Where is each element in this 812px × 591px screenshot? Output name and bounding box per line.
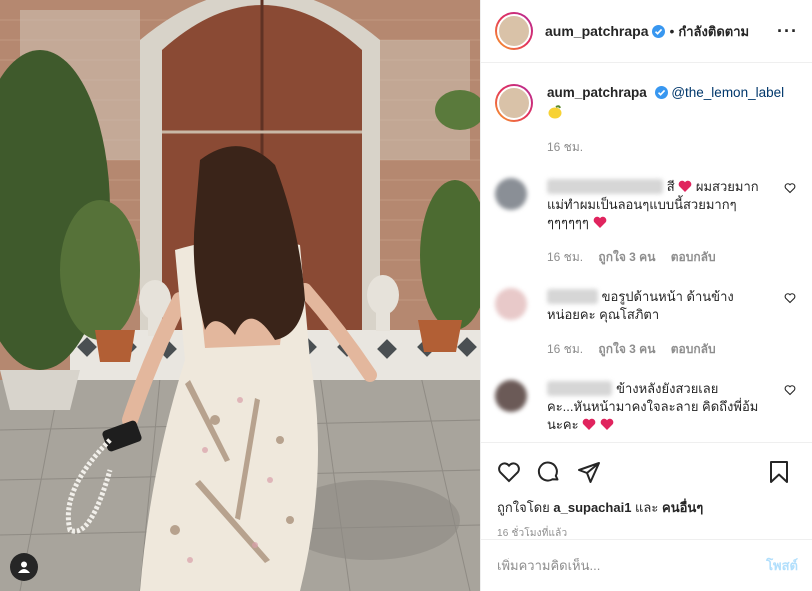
- reply-button[interactable]: ตอบกลับ: [671, 250, 716, 264]
- commenter-avatar[interactable]: [495, 288, 527, 320]
- comment-likes-count[interactable]: ถูกใจ 3 คน: [598, 342, 655, 356]
- tagged-users-button[interactable]: [10, 553, 38, 581]
- comment-icon[interactable]: [537, 460, 561, 484]
- post-details-panel: aum_patchrapa • กำลังติดตาม ··· aum_patc…: [480, 0, 812, 591]
- verified-badge-icon: [654, 86, 668, 99]
- user-icon: [18, 561, 30, 573]
- comments-list[interactable]: aum_patchrapa @the_lemon_label 16 ชม. xx…: [481, 64, 812, 442]
- save-bookmark-icon[interactable]: [768, 460, 790, 484]
- comment-like-heart-icon[interactable]: [784, 384, 796, 396]
- avatar[interactable]: [495, 12, 533, 50]
- red-heart-emoji-icon: [600, 418, 614, 430]
- avatar[interactable]: [495, 84, 533, 122]
- commenter-username-blurred[interactable]: xxxxxxxxxxxxxxxx: [547, 179, 663, 194]
- reply-button[interactable]: ตอบกลับ: [671, 342, 716, 356]
- commenter-avatar[interactable]: [495, 178, 527, 210]
- add-comment-input[interactable]: [497, 558, 767, 573]
- liked-by-and: และ: [635, 500, 659, 515]
- post-image[interactable]: [0, 0, 480, 591]
- caption-time: 16 ชม.: [547, 140, 584, 154]
- post-photo: [0, 0, 480, 591]
- post-comment-button[interactable]: โพสต์: [766, 555, 798, 576]
- liked-by-user-link[interactable]: a_supachai1: [553, 500, 631, 515]
- comment-item: xxxxxxxขอรูปด้านหน้า ด้านข้างหน่อยคะ คุณ…: [495, 288, 796, 358]
- likes-summary: ถูกใจโดย a_supachai1 และ คนอื่นๆ: [481, 487, 812, 518]
- post-header: aum_patchrapa • กำลังติดตาม ···: [481, 0, 812, 63]
- comment-like-heart-icon[interactable]: [784, 182, 796, 194]
- commenter-avatar[interactable]: [495, 380, 527, 412]
- post-caption: aum_patchrapa @the_lemon_label 16 ชม.: [495, 84, 796, 156]
- add-comment-bar: โพสต์: [481, 539, 812, 591]
- liked-by-others-link[interactable]: คนอื่นๆ: [662, 500, 703, 515]
- following-button[interactable]: กำลังติดตาม: [678, 21, 749, 42]
- comment-text: สี: [666, 179, 675, 194]
- red-heart-emoji-icon: [582, 418, 596, 430]
- comment-time: 16 ชม.: [547, 250, 584, 264]
- red-heart-emoji-icon: [593, 216, 606, 228]
- red-heart-emoji-icon: [678, 180, 692, 192]
- separator-dot: •: [669, 23, 675, 39]
- comment-likes-count[interactable]: ถูกใจ 3 คน: [598, 250, 655, 264]
- share-icon[interactable]: [577, 460, 601, 484]
- caption-username[interactable]: aum_patchrapa: [547, 85, 647, 100]
- commenter-username-blurred[interactable]: xxxxxxxxx: [547, 381, 613, 396]
- post-timestamp[interactable]: 16 ชั่วโมงที่แล้ว: [481, 518, 812, 541]
- commenter-username-blurred[interactable]: xxxxxxx: [547, 289, 598, 304]
- comment-time: 16 ชม.: [547, 342, 584, 356]
- more-options-icon[interactable]: ···: [777, 21, 798, 42]
- author-username[interactable]: aum_patchrapa: [545, 23, 648, 39]
- like-heart-icon[interactable]: [497, 460, 521, 484]
- liked-by-prefix: ถูกใจโดย: [497, 500, 550, 515]
- verified-badge-icon: [652, 24, 666, 38]
- comment-like-heart-icon[interactable]: [784, 292, 796, 304]
- comment-item: xxxxxxxxxxxxxxxxสี ผมสวยมาก แม่ทำผมเป็นล…: [495, 178, 796, 266]
- comment-item: xxxxxxxxxข้างหลังยังสวยเลย คะ...หันหน้าม…: [495, 380, 796, 434]
- caption-mention-link[interactable]: @the_lemon_label: [671, 85, 784, 100]
- lemon-emoji-icon: [548, 105, 562, 119]
